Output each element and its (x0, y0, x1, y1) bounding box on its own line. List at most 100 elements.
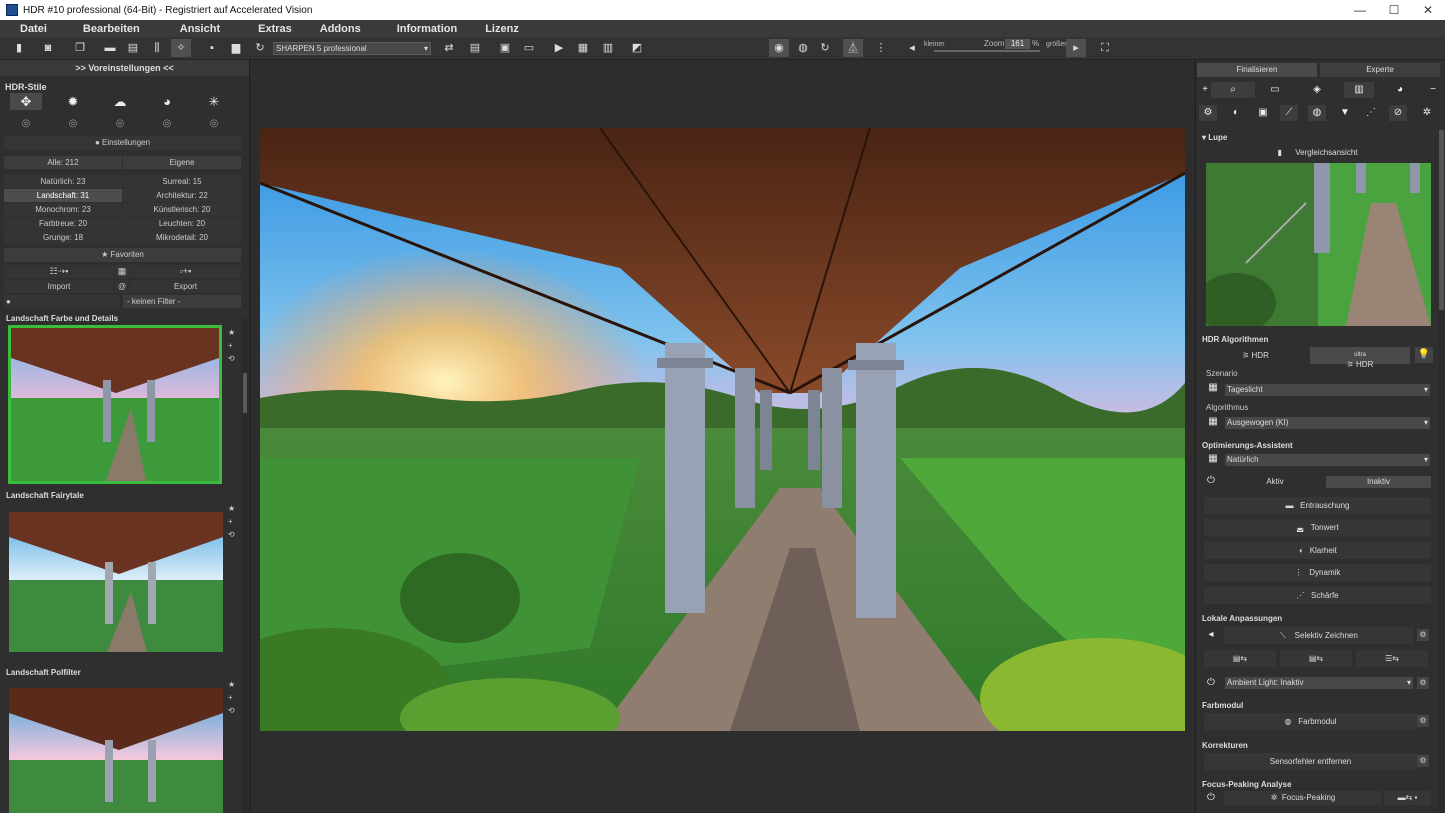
close-button[interactable]: ✕ (1411, 3, 1445, 17)
photo-preview[interactable] (260, 128, 1185, 731)
tab-own[interactable]: Eigene (123, 156, 241, 169)
mirror-icon[interactable]: ⏅ (843, 39, 863, 57)
columns-icon[interactable]: ▥ (601, 41, 615, 55)
zoom-value[interactable]: 161 (1005, 39, 1030, 49)
curve-icon[interactable]: ⟋ (1280, 105, 1298, 121)
doc-icon[interactable]: ▣ (498, 41, 512, 55)
view-eye-icon[interactable]: ◉ (769, 39, 789, 57)
copy-icon[interactable]: ❐ (73, 41, 87, 55)
focus-peaking-button[interactable]: ✲ Focus-Peaking (1224, 791, 1382, 805)
sensor-settings-icon[interactable]: ⚙ (1417, 755, 1429, 767)
style-clouds-icon[interactable]: ☁ (104, 93, 136, 110)
tab-all[interactable]: Alle: 212 (4, 156, 122, 169)
tab-expert[interactable]: Experte (1320, 63, 1440, 77)
presets-header[interactable]: >> Voreinstellungen << (0, 60, 249, 76)
share-icon[interactable]: ▤ (468, 41, 482, 55)
minus-icon[interactable]: − (1424, 82, 1442, 98)
compare-icon[interactable]: ◍ (796, 41, 810, 55)
colormodule-settings-icon[interactable]: ⚙ (1417, 715, 1429, 727)
preset-thumb-1[interactable] (8, 325, 222, 484)
style-sub-5-icon[interactable]: ◎ (198, 115, 230, 132)
style-people-icon[interactable]: ✥ (10, 93, 42, 110)
sharpen-icon[interactable]: ↻ (253, 41, 267, 55)
menu-addons[interactable]: Addons (320, 23, 361, 35)
assistant-active[interactable]: Aktiv (1225, 476, 1325, 488)
export-preset-icon[interactable]: ▫+▪ (130, 265, 241, 278)
batch-icon[interactable]: ▬ (103, 41, 117, 55)
favorites-button[interactable]: ★ Favoriten (4, 248, 241, 262)
local-back-icon[interactable]: ◂ (1202, 627, 1220, 643)
sliders-icon[interactable]: ⫼ (150, 41, 164, 55)
import-icon[interactable]: ☷⇢▪ (4, 265, 114, 278)
zoom-icon[interactable]: ⊘ (1389, 105, 1407, 121)
menu-ansicht[interactable]: Ansicht (180, 23, 220, 35)
preset-thumb-3[interactable] (9, 688, 223, 813)
crop-icon[interactable]: ⛶ (1098, 41, 1112, 55)
split-icon[interactable]: ▥ (1344, 82, 1374, 98)
settings-button[interactable]: ● Einstellungen (4, 136, 241, 150)
hdr-button[interactable]: ⚞ HDR (1204, 347, 1307, 364)
histogram-icon[interactable]: ◩ (630, 41, 644, 55)
image-canvas[interactable] (251, 60, 1194, 813)
style-sparkle-icon[interactable]: ✳ (198, 93, 230, 110)
filter-select[interactable]: - keinen Filter - (123, 295, 241, 308)
layers-icon[interactable]: ◈ (1308, 82, 1326, 98)
compare-view-toggle[interactable]: ▮ Vergleichsansicht (1204, 144, 1431, 161)
preset-thumb-2[interactable] (9, 512, 223, 652)
colormodule-button[interactable]: ◍ Farbmodul (1204, 713, 1417, 730)
menu-bearbeiten[interactable]: Bearbeiten (83, 23, 140, 35)
lupe-title[interactable]: ▾ Lupe (1202, 133, 1227, 142)
category-glow[interactable]: Leuchten: 20 (123, 217, 241, 230)
algorithm-select[interactable]: Ausgewogen (KI) (1225, 417, 1430, 429)
style-sub-1-icon[interactable]: ◎ (10, 115, 42, 132)
category-architecture[interactable]: Architektur: 22 (123, 189, 241, 202)
styles-icon[interactable]: ✧ (171, 39, 191, 57)
local-preset-1[interactable]: ▤⇆ (1204, 650, 1276, 667)
category-landscape[interactable]: Landschaft: 31 (4, 189, 122, 202)
module-sharpness[interactable]: ⋰ Schärfe (1204, 587, 1431, 604)
module-dynamics[interactable]: ⋮ Dynamik (1204, 564, 1431, 581)
open-icon[interactable]: ◙ (41, 41, 55, 55)
bulb-icon[interactable]: 💡 (1415, 347, 1433, 363)
maximize-button[interactable]: ☐ (1377, 3, 1411, 17)
selective-settings-icon[interactable]: ⚙ (1417, 629, 1429, 641)
ultra-hdr-button[interactable]: ultra ⚞ HDR (1310, 347, 1410, 369)
export-button[interactable]: Export (130, 280, 241, 293)
loupe-preview[interactable] (1206, 163, 1431, 326)
style-sub-2-icon[interactable]: ◎ (57, 115, 89, 132)
settings-wheel-icon[interactable]: ✲ (1418, 105, 1436, 121)
tools-scrollbar[interactable] (1439, 130, 1444, 813)
module-denoise[interactable]: ▬ Entrauschung (1204, 497, 1431, 514)
module-clarity[interactable]: ◖ Klarheit (1204, 542, 1431, 559)
gear-icon[interactable]: ⚙ (1199, 105, 1217, 121)
category-surreal[interactable]: Surreal: 15 (123, 175, 241, 188)
mask-icon[interactable]: ▣ (1254, 105, 1272, 121)
nodes-icon[interactable]: ⋰ (1362, 105, 1380, 121)
rotate-icon[interactable]: ↻ (818, 41, 832, 55)
export-icon[interactable]: ⇄ (442, 41, 456, 55)
new-icon[interactable]: ▮ (12, 41, 26, 55)
presets-scrollbar[interactable] (242, 318, 248, 813)
assistant-select[interactable]: Natürlich (1225, 454, 1430, 466)
preset-3-actions[interactable]: ★ + ⟲ (228, 678, 235, 717)
ambient-power-icon[interactable]: ⏻ (1202, 676, 1220, 690)
zoom-out-icon[interactable]: ◂ (905, 41, 919, 55)
import-button[interactable]: Import (4, 280, 114, 293)
ambient-select[interactable]: Ambient Light: Inaktiv (1225, 677, 1413, 689)
color-wheel-icon[interactable]: ◕ (1391, 82, 1409, 98)
slideshow-icon[interactable]: ▦ (576, 41, 590, 55)
focus-options[interactable]: ▬⇆ ▪ (1384, 791, 1431, 805)
at-button[interactable]: @ (115, 280, 129, 293)
print-icon[interactable]: ▆ (229, 41, 243, 55)
category-artistic[interactable]: Künstlerisch: 20 (123, 203, 241, 216)
category-natural[interactable]: Natürlich: 23 (4, 175, 122, 188)
assistant-power-icon[interactable]: ⏻ (1202, 474, 1220, 488)
minimize-button[interactable]: — (1343, 3, 1377, 17)
rect-icon[interactable]: ▭ (1266, 82, 1284, 98)
local-preset-2[interactable]: ▤⇆ (1280, 650, 1352, 667)
selective-draw-button[interactable]: ⟍ Selektiv Zeichnen (1224, 627, 1414, 644)
menu-datei[interactable]: Datei (20, 23, 47, 35)
magnifier-icon[interactable]: ⌕ (1211, 82, 1255, 98)
prism-icon[interactable]: ▼ (1336, 105, 1354, 121)
ambient-settings-icon[interactable]: ⚙ (1417, 677, 1429, 689)
